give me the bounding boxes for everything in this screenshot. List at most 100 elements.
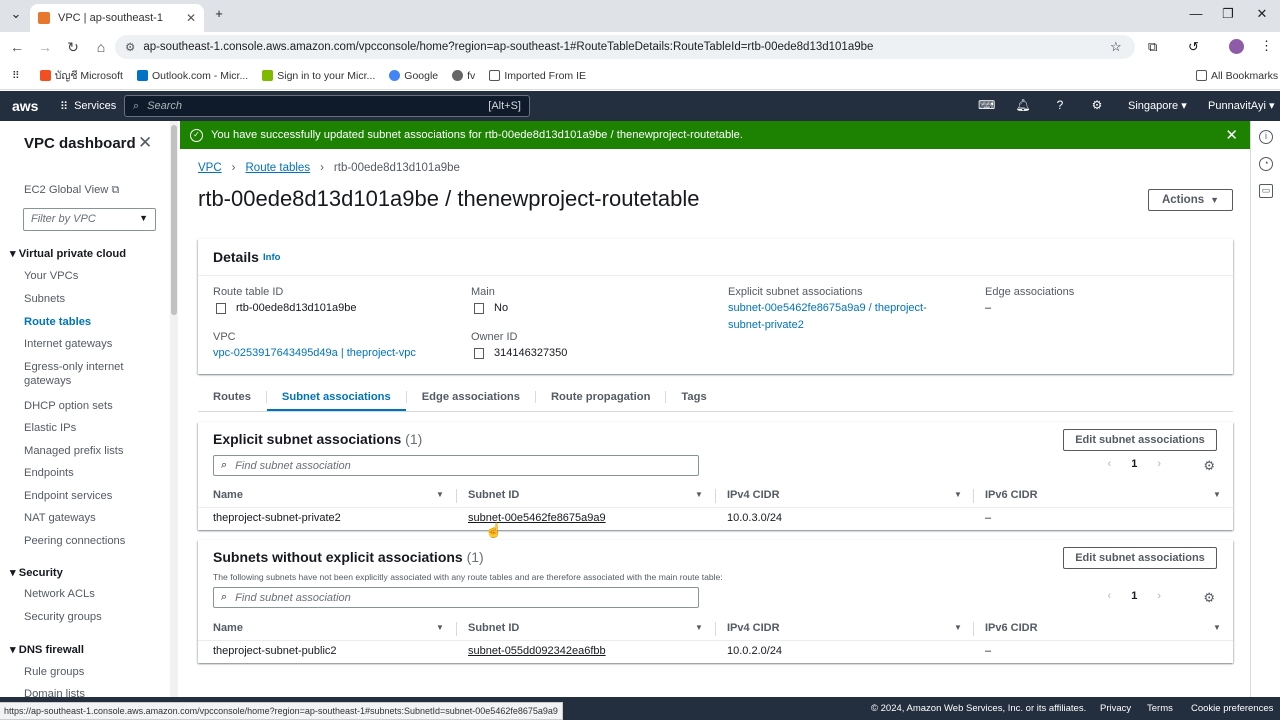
privacy-link[interactable]: Privacy [1100, 703, 1131, 714]
prev-page-icon[interactable]: ‹ [1108, 590, 1112, 602]
bookmark-outlook[interactable]: Outlook.com - Micr... [136, 70, 248, 82]
next-page-icon[interactable]: › [1157, 590, 1161, 602]
edit-subnet-associations-button[interactable]: Edit subnet associations [1063, 547, 1217, 569]
reload-icon[interactable]: ↻ [60, 39, 86, 56]
extensions-icon[interactable]: ⧉ [1148, 39, 1157, 55]
bookmark-imported[interactable]: Imported From IE [489, 70, 586, 82]
new-tab-icon[interactable]: + [207, 6, 231, 21]
site-info-icon[interactable]: ⚙ [125, 40, 135, 54]
back-icon[interactable]: ← [4, 39, 30, 55]
sort-icon[interactable]: ▼ [436, 490, 444, 499]
feedback-icon[interactable]: ◔ [1259, 157, 1273, 171]
help-icon[interactable]: ? [1052, 98, 1068, 114]
subnet-id-link[interactable]: subnet-055dd092342ea6fbb [468, 645, 606, 657]
column-header-ipv4-cidr[interactable]: IPv4 CIDR [727, 622, 780, 634]
terms-link[interactable]: Terms [1147, 703, 1173, 714]
sidebar-item-internet-gateways[interactable]: Internet gateways [24, 338, 112, 350]
column-header-ipv4-cidr[interactable]: IPv4 CIDR [727, 489, 780, 501]
sidebar-item-subnets[interactable]: Subnets [24, 293, 65, 305]
sort-icon[interactable]: ▼ [695, 623, 703, 632]
minimize-icon[interactable]: — [1184, 6, 1208, 21]
services-menu[interactable]: ⠿ Services [60, 100, 128, 113]
bookmark-fv[interactable]: fv [452, 70, 475, 82]
sort-icon[interactable]: ▼ [695, 490, 703, 499]
region-selector[interactable]: Singapore ▾ [1128, 99, 1187, 112]
sidebar-item-network-acls[interactable]: Network ACLs [24, 588, 95, 600]
star-icon[interactable]: ☆ [1110, 39, 1122, 55]
search-input[interactable]: ⌕ Search [Alt+S] [124, 95, 530, 117]
sidebar-item-peering-connections[interactable]: Peering connections [24, 535, 125, 547]
sidebar-item-domain-lists[interactable]: Domain lists [24, 688, 85, 697]
url-field[interactable]: ⚙ ap-southeast-1.console.aws.amazon.com/… [115, 35, 1135, 59]
history-icon[interactable]: ↺ [1188, 39, 1199, 55]
column-header-ipv6-cidr[interactable]: IPv6 CIDR [985, 622, 1038, 634]
explicit-associations-link[interactable]: subnet-00e5462fe8675a9a9 / theproject-su… [728, 300, 927, 334]
column-header-subnet-id[interactable]: Subnet ID [468, 622, 519, 634]
tab-route-propagation[interactable]: Route propagation [536, 383, 665, 411]
close-sidebar-icon[interactable]: ✕ [138, 133, 152, 153]
forward-icon[interactable]: → [32, 39, 58, 55]
table-settings-icon[interactable]: ⚙ [1203, 458, 1215, 474]
close-window-icon[interactable]: ✕ [1250, 6, 1274, 22]
section-virtual-private-cloud[interactable]: ▾ Virtual private cloud [10, 247, 126, 260]
column-header-ipv6-cidr[interactable]: IPv6 CIDR [985, 489, 1038, 501]
section-security[interactable]: ▾ Security [10, 566, 63, 579]
page-number[interactable]: 1 [1131, 590, 1137, 602]
sidebar-item-managed-prefix-lists[interactable]: Managed prefix lists [24, 445, 124, 457]
tab-edge-associations[interactable]: Edge associations [407, 383, 535, 411]
sidebar-item-your-vpcs[interactable]: Your VPCs [24, 270, 78, 282]
restore-icon[interactable]: ❐ [1216, 6, 1240, 22]
find-subnet-association-input[interactable]: ⌕ Find subnet association [213, 587, 699, 608]
sidebar-item-endpoint-services[interactable]: Endpoint services [24, 490, 112, 502]
breadcrumb-route-tables[interactable]: Route tables [246, 162, 311, 174]
prev-page-icon[interactable]: ‹ [1108, 458, 1112, 470]
copy-icon[interactable] [474, 347, 484, 359]
column-header-subnet-id[interactable]: Subnet ID [468, 489, 519, 501]
sort-icon[interactable]: ▼ [436, 623, 444, 632]
tab-subnet-associations[interactable]: Subnet associations [266, 383, 406, 411]
account-menu[interactable]: PunnavitAyi ▾ [1208, 99, 1274, 112]
tab-list-icon[interactable]: ⌄ [4, 6, 28, 22]
sidebar-scroll-thumb[interactable] [171, 125, 177, 315]
sort-icon[interactable]: ▼ [1213, 623, 1221, 632]
sidebar-item-nat-gateways[interactable]: NAT gateways [24, 512, 96, 524]
page-number[interactable]: 1 [1131, 458, 1137, 470]
bookmark-google[interactable]: Google [389, 70, 438, 82]
all-bookmarks[interactable]: All Bookmarks [1196, 70, 1278, 82]
vpc-link[interactable]: vpc-0253917643495d49a | theproject-vpc [213, 345, 416, 362]
sort-icon[interactable]: ▼ [954, 490, 962, 499]
bookmark-microsoft[interactable]: บัญชี Microsoft [39, 67, 123, 84]
info-link[interactable]: Info [263, 252, 280, 263]
sidebar-item-ec2-global-view[interactable]: EC2 Global View ⧉ [24, 184, 119, 197]
info-panel-icon[interactable]: i [1259, 130, 1273, 144]
settings-gear-icon[interactable]: ⚙ [1089, 98, 1105, 114]
table-settings-icon[interactable]: ⚙ [1203, 590, 1215, 606]
next-page-icon[interactable]: › [1157, 458, 1161, 470]
tab-tags[interactable]: Tags [666, 383, 721, 411]
apps-icon[interactable]: ⠿ [12, 70, 20, 82]
edit-subnet-associations-button[interactable]: Edit subnet associations [1063, 429, 1217, 451]
home-icon[interactable]: ⌂ [88, 39, 114, 55]
sidebar-item-dhcp-option-sets[interactable]: DHCP option sets [24, 400, 113, 412]
cookie-preferences-link[interactable]: Cookie preferences [1191, 703, 1273, 714]
dismiss-flash-icon[interactable]: ✕ [1225, 126, 1238, 144]
menu-icon[interactable]: ⋮ [1260, 38, 1273, 54]
column-header-name[interactable]: Name [213, 489, 243, 501]
close-tab-icon[interactable]: ✕ [186, 11, 196, 25]
sidebar-item-security-groups[interactable]: Security groups [24, 611, 102, 623]
copy-icon[interactable] [216, 302, 226, 314]
sidebar-item-elastic-ips[interactable]: Elastic IPs [24, 422, 76, 434]
section-dns-firewall[interactable]: ▾ DNS firewall [10, 643, 84, 656]
browser-tab[interactable]: VPC | ap-southeast-1 ✕ [30, 4, 204, 32]
tutorials-icon[interactable]: ▭ [1259, 184, 1273, 198]
find-subnet-association-input[interactable]: ⌕ Find subnet association [213, 455, 699, 476]
sidebar-item-route-tables[interactable]: Route tables [24, 316, 91, 328]
copy-icon[interactable] [474, 302, 484, 314]
breadcrumb-vpc[interactable]: VPC [198, 162, 222, 174]
sidebar-item-endpoints[interactable]: Endpoints [24, 467, 74, 479]
sidebar-item-egress-only-internet-gateways[interactable]: Egress-only internet gateways [24, 361, 124, 390]
cloudshell-icon[interactable]: ⌨ [978, 98, 995, 114]
sort-icon[interactable]: ▼ [954, 623, 962, 632]
column-header-name[interactable]: Name [213, 622, 243, 634]
profile-avatar[interactable] [1229, 39, 1244, 54]
